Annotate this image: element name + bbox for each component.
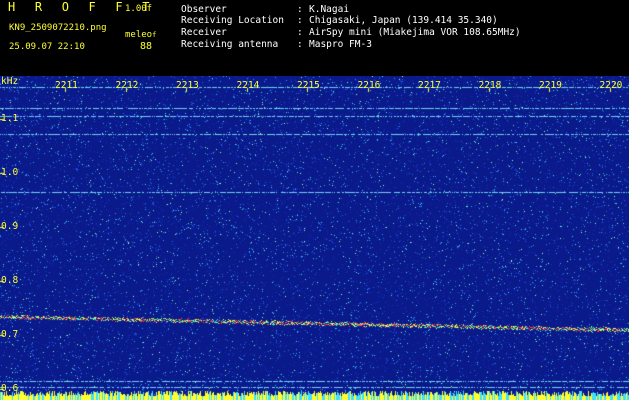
- x-tick-label: 2216: [357, 80, 381, 91]
- x-tick-label: 2218: [478, 80, 502, 91]
- param-value-label: 88: [140, 41, 153, 52]
- y-tick-label: 0.7: [1, 329, 19, 341]
- y-tick-label: 0.9: [1, 221, 19, 233]
- location-label: Receiving Location: [181, 15, 284, 26]
- x-tick-label: 2217: [418, 80, 441, 91]
- antenna-value: Maspro FM-3: [309, 39, 372, 50]
- x-tick-label: 2213: [176, 80, 199, 91]
- x-tick-label: 2214: [236, 80, 260, 91]
- header-panel: H R O F F T 1.00f KN9_2509072210.png 25.…: [0, 0, 629, 76]
- x-tick-label: 2219: [539, 80, 562, 91]
- antenna-label: Receiving antenna: [181, 39, 279, 50]
- version-label: 1.00f: [125, 4, 153, 14]
- x-tick-label: 2215: [297, 80, 320, 91]
- receiver-value: AirSpy mini (Miakejima VOR 108.65MHz): [309, 27, 521, 38]
- x-tick-label: 2211: [55, 80, 78, 91]
- param-name-label: meleof: [125, 29, 156, 41]
- x-tick-label: 2220: [599, 80, 623, 91]
- y-tick-label: 0.6: [1, 383, 19, 395]
- location-value: Chigasaki, Japan (139.414 35.340): [309, 15, 498, 26]
- antenna-colon: :: [297, 39, 303, 50]
- y-tick-label: 0.8: [1, 275, 19, 287]
- datetime-label: 25.09.07 22:10: [9, 42, 85, 52]
- spectrogram-canvas: [0, 76, 629, 400]
- x-tick-label: 2212: [115, 80, 139, 91]
- y-tick-label: 1.0: [1, 167, 19, 179]
- receiver-label: Receiver: [181, 27, 227, 38]
- param-flag: f: [152, 31, 157, 39]
- location-colon: :: [297, 15, 303, 26]
- y-axis-label: kHz: [1, 76, 19, 87]
- param-name: meleo: [125, 30, 153, 40]
- receiver-colon: :: [297, 27, 303, 38]
- y-tick-label: 1.1: [1, 113, 19, 125]
- filename-label: KN9_2509072210.png: [9, 23, 107, 33]
